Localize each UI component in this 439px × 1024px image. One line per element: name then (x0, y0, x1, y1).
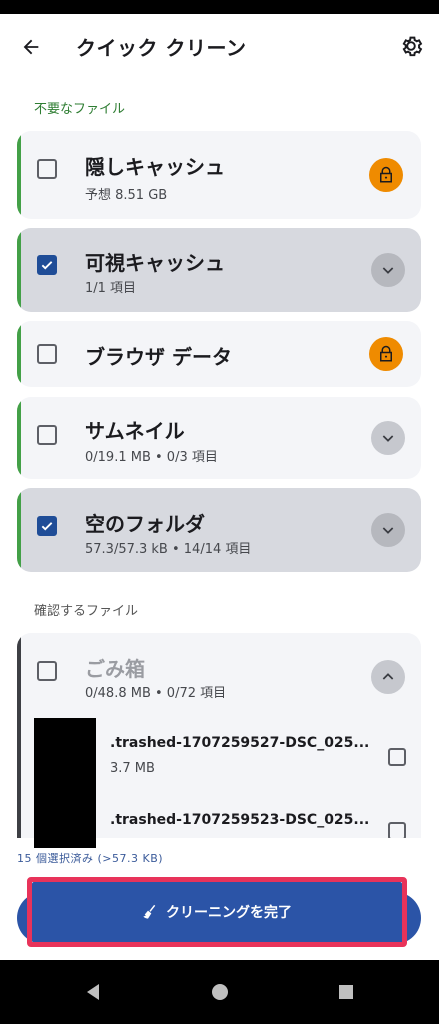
lock-icon[interactable] (369, 158, 403, 192)
item-subtitle: 0/19.1 MB • 0/3 項目 (85, 450, 218, 465)
chevron-down-icon (382, 267, 394, 274)
nav-back-button[interactable] (78, 977, 108, 1007)
item-hidden-cache[interactable]: 隠しキャッシュ 予想 8.51 GB (17, 131, 421, 219)
expand-button[interactable] (371, 513, 405, 547)
circle-home-icon (212, 984, 228, 1000)
chevron-down-icon (382, 435, 394, 442)
selection-summary: 15 個選択済み (>57.3 KB) (17, 852, 164, 865)
file-checkbox[interactable] (388, 822, 406, 838)
status-bar (0, 0, 439, 14)
item-browser-data[interactable]: ブラウザ データ (17, 321, 421, 387)
file-size: 3.7 MB (110, 761, 155, 776)
accent-bar (17, 397, 21, 479)
expand-button[interactable] (371, 253, 405, 287)
item-subtitle: 57.3/57.3 kB • 14/14 項目 (85, 542, 252, 557)
accent-bar (17, 321, 21, 387)
app-bar: クイック クリーン (0, 14, 439, 78)
item-empty-folders[interactable]: 空のフォルダ 57.3/57.3 kB • 14/14 項目 (17, 488, 421, 572)
arrow-left-icon (23, 39, 39, 55)
item-thumbnails[interactable]: サムネイル 0/19.1 MB • 0/3 項目 (17, 397, 421, 479)
accent-bar (17, 131, 21, 219)
page-title: クイック クリーン (76, 36, 247, 60)
expand-button[interactable] (371, 421, 405, 455)
check-icon (41, 261, 53, 270)
file-checkbox[interactable] (388, 748, 406, 766)
section-label-review: 確認するファイル (34, 604, 139, 619)
item-name: 可視キャッシュ (85, 251, 225, 275)
item-name: 空のフォルダ (85, 512, 205, 536)
item-subtitle: 予想 8.51 GB (85, 188, 168, 203)
check-icon (41, 522, 53, 531)
checkbox-checked[interactable] (37, 255, 57, 275)
checkbox[interactable] (37, 425, 57, 445)
chevron-down-icon (382, 527, 394, 534)
gear-icon (402, 36, 423, 57)
item-name: 隠しキャッシュ (85, 155, 225, 179)
system-nav-bar (0, 960, 439, 1024)
checkbox-checked[interactable] (37, 516, 57, 536)
accent-bar (17, 228, 21, 312)
accent-bar (17, 633, 21, 838)
nav-home-button[interactable] (205, 977, 235, 1007)
item-subtitle: 0/48.8 MB • 0/72 項目 (85, 686, 227, 701)
file-thumbnail (34, 718, 96, 848)
file-row[interactable]: .trashed-1707259523-DSC_025... (90, 812, 410, 838)
section-label-unneeded: 不要なファイル (34, 102, 126, 117)
back-button[interactable] (16, 32, 46, 62)
highlight-frame (27, 877, 407, 947)
collapse-button[interactable] (371, 660, 405, 694)
accent-bar (17, 488, 21, 572)
file-row[interactable]: .trashed-1707259527-DSC_025... 3.7 MB (90, 735, 410, 785)
file-name: .trashed-1707259523-DSC_025... (110, 812, 370, 828)
settings-button[interactable] (395, 30, 427, 62)
checkbox[interactable] (37, 661, 57, 681)
lock-icon[interactable] (369, 337, 403, 371)
checkbox[interactable] (37, 159, 57, 179)
triangle-back-icon (87, 984, 99, 1000)
square-recents-icon (339, 985, 353, 999)
nav-recents-button[interactable] (331, 977, 361, 1007)
item-name: サムネイル (85, 419, 185, 443)
item-name: ごみ箱 (85, 657, 145, 681)
chevron-up-icon (382, 673, 394, 680)
checkbox[interactable] (37, 344, 57, 364)
item-visible-cache[interactable]: 可視キャッシュ 1/1 項目 (17, 228, 421, 312)
item-name: ブラウザ データ (85, 345, 232, 369)
file-name: .trashed-1707259527-DSC_025... (110, 735, 370, 751)
item-subtitle: 1/1 項目 (85, 281, 137, 296)
